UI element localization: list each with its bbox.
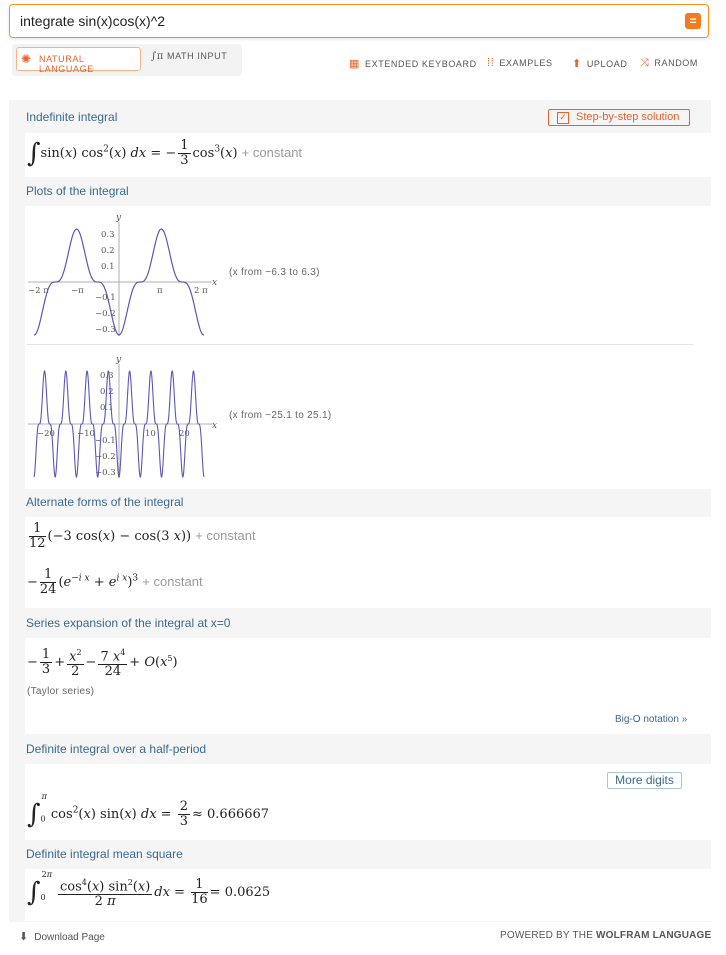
taylor-note: (Taylor series) <box>27 686 95 697</box>
pod-title-mean-square: Definite integral mean square <box>26 847 183 861</box>
definite-result: ∫0πcos2(x) sin(x) dx = 2 3 ≈ 0.666667 <box>27 791 270 830</box>
more-digits-button[interactable]: More digits <box>607 772 682 789</box>
powered-by: POWERED BY THE WOLFRAM LANGUAGE <box>500 930 712 941</box>
alternate-form-2: −1 24 (e−i x + ei x)3 + constant <box>27 567 203 597</box>
big-o-link[interactable]: Big-O notation » <box>615 714 687 725</box>
x-axis-label: x <box>212 421 217 431</box>
tick-label: −0.1 <box>95 436 116 446</box>
tick-label: −0.2 <box>95 452 116 462</box>
tick-label: 10 <box>145 429 156 439</box>
download-page-button[interactable]: ⬇ Download Page <box>19 930 105 943</box>
tick-label: 20 <box>179 429 190 439</box>
pod-title-definite: Definite integral over a half-period <box>26 742 207 756</box>
series-result: −1 3 + x2 2−7 x4 24 + O(x5) <box>27 647 178 680</box>
download-icon: ⬇ <box>19 931 29 943</box>
pod-title-alternate: Alternate forms of the integral <box>26 495 184 509</box>
mean-square-result: ∫02π cos4(x) sin2(x) 2 π dx = 1 16 = 0.0625 <box>27 869 271 910</box>
pod-title-series: Series expansion of the integral at x=0 <box>26 616 231 630</box>
plot-2-range: (x from −25.1 to 25.1) <box>229 410 332 421</box>
y-axis-label: y <box>115 355 122 365</box>
alternate-form-1: 1 12 (−3 cos(x) − cos(3 x)) + constant <box>29 521 256 551</box>
